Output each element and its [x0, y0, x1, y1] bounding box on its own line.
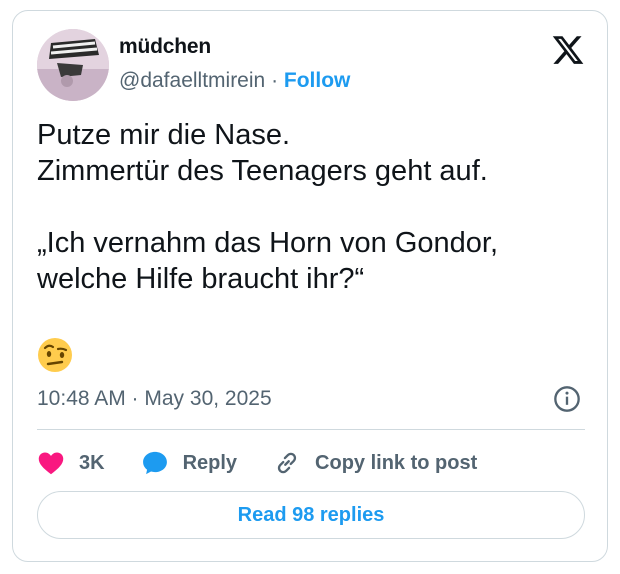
tweet-text-line: Zimmertür des Teenagers geht auf.	[37, 155, 488, 187]
author-handle-row: @dafaelltmirein · Follow	[119, 69, 350, 93]
author-display-name[interactable]: müdchen	[119, 35, 211, 59]
tweet-text-line: welche Hilfe braucht ihr?“	[37, 263, 365, 295]
like-button[interactable]: 3K	[37, 449, 105, 477]
speech-bubble-icon	[142, 451, 167, 475]
face-with-raised-eyebrow-emoji	[38, 338, 72, 372]
tweet-text-line: Putze mir die Nase.	[37, 119, 291, 151]
copy-link-label: Copy link to post	[315, 451, 478, 474]
link-icon	[277, 452, 297, 474]
copy-link-button[interactable]: Copy link to post	[273, 449, 477, 477]
like-count: 3K	[79, 451, 105, 474]
read-replies-button[interactable]: Read 98 replies	[37, 491, 585, 539]
tweet-text-line: „Ich vernahm das Horn von Gondor,	[37, 227, 499, 259]
avatar-image	[37, 29, 109, 101]
tweet-timestamp[interactable]: 10:48 AM · May 30, 2025	[37, 387, 272, 411]
author-handle[interactable]: @dafaelltmirein	[119, 69, 265, 92]
heart-icon	[38, 452, 64, 475]
tweet-embed-card: müdchen @dafaelltmirein · Follow Putze m…	[12, 10, 608, 562]
reply-label: Reply	[182, 451, 238, 474]
x-logo-icon[interactable]	[551, 33, 585, 67]
tweet-text: Putze mir die Nase. Zimmertür des Teenag…	[37, 117, 587, 297]
info-icon[interactable]	[553, 385, 581, 413]
divider	[37, 429, 585, 430]
follow-button[interactable]: Follow	[284, 69, 351, 92]
separator-dot: ·	[271, 69, 279, 92]
avatar[interactable]	[37, 29, 109, 101]
reply-button[interactable]: Reply	[141, 449, 237, 477]
tweet-actions: 3K Reply Copy link to post	[37, 443, 513, 483]
